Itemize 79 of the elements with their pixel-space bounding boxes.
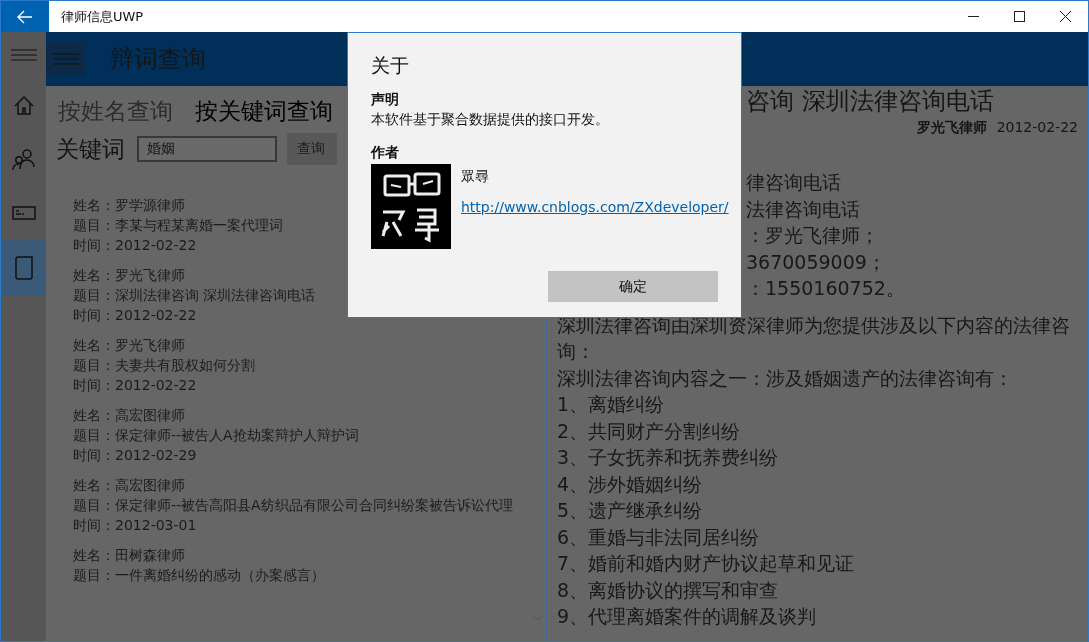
article-text: ：罗光飞律师； [746, 223, 880, 248]
article-title: 咨询 深圳法律咨询电话 [746, 86, 995, 116]
card-icon [11, 206, 36, 220]
article-text: 深圳法律咨询由深圳资深律师为您提供涉及以下内容的法律咨询： [557, 312, 1071, 364]
field-value: 保定律师--被告高阳县A纺织品有限公司合同纠纷案被告诉讼代理 [115, 496, 513, 515]
author-link[interactable]: http://www.cnblogs.com/ZXdeveloper/ [461, 199, 729, 215]
menu-button[interactable] [46, 42, 86, 76]
tab[interactable]: 按关键词查询 [195, 96, 333, 127]
article-text: 法律咨询电话 [746, 196, 861, 222]
field-value: 2012-02-22 [115, 376, 197, 395]
maximize-icon [1013, 11, 1025, 22]
article-date: 2012-02-22 [996, 119, 1078, 137]
section-heading: 声明 [371, 91, 400, 109]
field-label: 题目： [73, 426, 115, 445]
field-value: 罗学源律师 [115, 196, 185, 215]
field-label: 时间： [73, 446, 115, 465]
statement-text: 本软件基于聚合数据提供的接口开发。 [371, 111, 610, 129]
field-value: 罗光飞律师 [115, 266, 185, 285]
home-icon [12, 94, 35, 116]
close-icon [1059, 11, 1071, 22]
nav-item[interactable] [1, 240, 46, 296]
field-label: 题目： [73, 566, 115, 585]
article-text: 2、共同财产分割纠纷 [557, 418, 742, 444]
field-value: 2012-02-29 [115, 446, 197, 465]
article-text: 律咨询电话 [746, 170, 842, 195]
field-value: 夫妻共有股权如何分割 [115, 356, 255, 375]
article-text: 深圳法律咨询内容之一：涉及婚姻遗产的法律咨询有： [557, 365, 1014, 391]
field-value: 李某与程某离婚一案代理词 [115, 216, 283, 235]
keyword-label: 关键词 [56, 134, 125, 164]
field-label: 题目： [73, 496, 115, 515]
field-label: 姓名： [73, 266, 115, 285]
field-label: 题目： [73, 216, 115, 235]
field-label: 姓名： [73, 406, 115, 425]
dialog-title: 关于 [371, 53, 410, 78]
field-label: 姓名： [73, 476, 115, 495]
field-value: 2012-02-22 [115, 236, 197, 255]
article-text: 1、离婚纠纷 [557, 392, 666, 417]
article-text: 3670059009； [746, 249, 887, 275]
field-label: 时间： [73, 516, 115, 535]
field-label: 题目： [73, 356, 115, 375]
field-value: 2012-02-22 [115, 306, 197, 325]
search-button[interactable]: 查询 [287, 133, 337, 165]
field-label: 时间： [73, 376, 115, 395]
field-label: 姓名： [73, 336, 115, 355]
field-value: 一件离婚纠纷的感动（办案感言） [115, 566, 325, 585]
field-label: 时间： [73, 236, 115, 255]
article-text: 7、婚前和婚内财产协议起草和见证 [557, 551, 856, 576]
field-label: 姓名： [73, 546, 115, 565]
field-value: 罗光飞律师 [115, 336, 185, 355]
article-text: ：1550160752。 [746, 276, 906, 301]
ok-button[interactable]: 确定 [548, 271, 718, 302]
window-title: 律师信息UWP [61, 7, 145, 26]
field-value: 高宏图律师 [115, 406, 185, 425]
article-text: 9、代理离婚案件的调解及谈判 [557, 604, 818, 629]
article-text: 3、子女抚养和抚养费纠纷 [557, 445, 780, 470]
menu-icon [53, 52, 79, 66]
people-icon [12, 147, 35, 171]
article-text: 4、涉外婚姻纠纷 [557, 471, 704, 497]
section-heading: 作者 [371, 144, 400, 162]
back-arrow-icon [17, 9, 33, 24]
field-value: 田树森律师 [115, 546, 185, 565]
field-label: 时间： [73, 306, 115, 325]
document-icon [14, 256, 33, 280]
field-label: 题目： [73, 286, 115, 305]
tab[interactable]: 按姓名查询 [58, 96, 173, 127]
back-button[interactable] [1, 1, 49, 32]
article-text: 8、离婚协议的撰写和审查 [557, 577, 780, 603]
article-author: 罗光飞律师 [916, 119, 987, 137]
search-field[interactable]: 婚姻 [137, 136, 277, 162]
field-value: 高宏图律师 [115, 476, 185, 495]
article-text: 5、遗产继承纠纷 [557, 498, 704, 523]
field-label: 姓名： [73, 196, 115, 215]
field-value: 保定律师--被告人A抢劫案辩护人辩护词 [115, 426, 359, 445]
page-title: 辩词查询 [110, 44, 206, 75]
article-text: 6、重婚与非法同居纠纷 [557, 524, 761, 550]
menu-icon [10, 47, 37, 63]
field-value: 深圳法律咨询 深圳法律咨询电话 [115, 286, 316, 305]
author-name: 眾尋 [461, 168, 490, 186]
field-value: 2012-03-01 [115, 516, 197, 535]
